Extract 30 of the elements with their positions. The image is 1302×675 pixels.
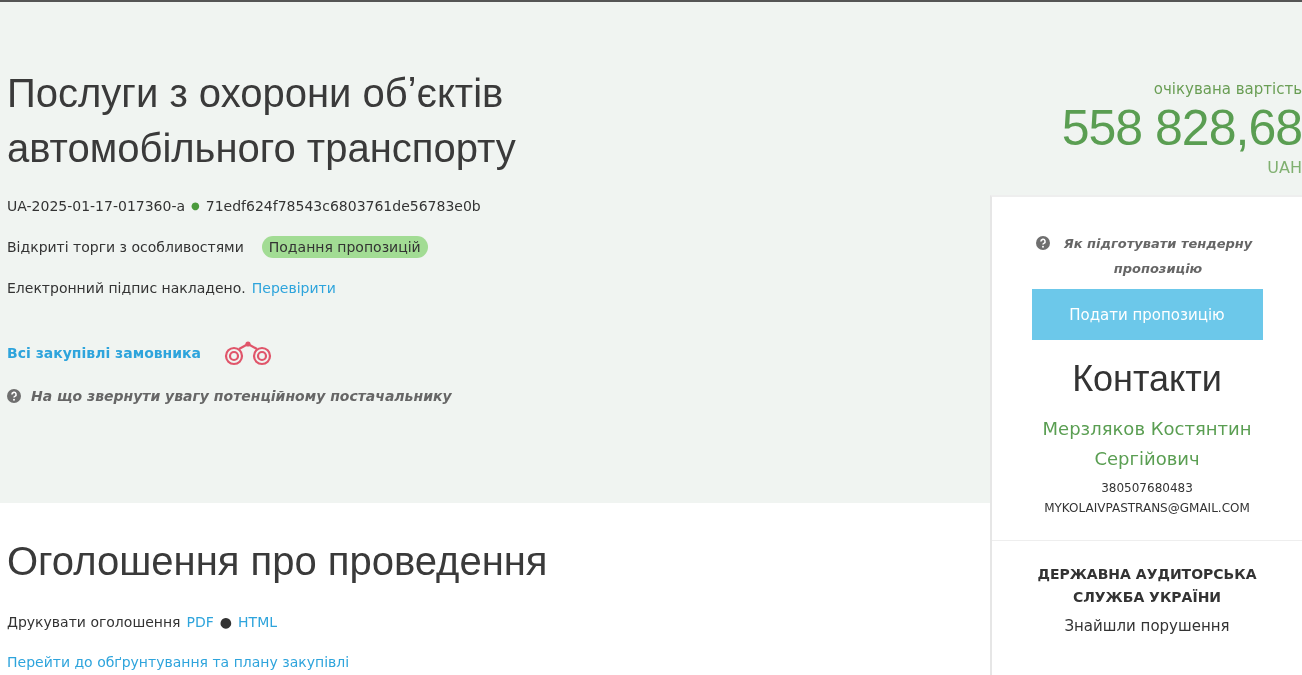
supplier-hint-link[interactable]: На що звернути увагу потенційному постачальнику <box>31 386 452 406</box>
status-badge: Подання пропозицій <box>261 236 428 258</box>
currency-label: UAH <box>1266 158 1302 177</box>
buyer-procurements-link[interactable]: Всі закупівлі замовника <box>7 343 202 363</box>
audit-text: Знайшли порушення <box>1063 617 1231 635</box>
separator-dot: ● <box>191 199 200 213</box>
print-format-link[interactable]: PDF <box>186 612 214 632</box>
verify-link[interactable]: Перевірити <box>251 278 336 298</box>
tender-hash: 71edf624f78543c6803761de56783e0b <box>205 197 481 216</box>
contacts-title: Контакти <box>1071 358 1223 400</box>
binoculars-icon <box>223 340 274 366</box>
submit-proposal-button[interactable]: Подати пропозицію <box>1031 289 1263 340</box>
contact-phone: 380507680483 <box>1100 480 1194 497</box>
tender-title: Послуги з охорони обʼєктів автомобільного транспорту <box>7 70 517 172</box>
procedure-type: Відкриті торги з особливостями <box>7 238 244 257</box>
signature-text: Електронний підпис накладено. <box>7 279 246 298</box>
contact-name: Мерзляков Костянтин Сергійович <box>1041 417 1253 471</box>
print-label: Друкувати оголошення <box>7 613 181 632</box>
contact-email: MYKOLAIVPASTRANS@GMAIL.COM <box>1043 500 1251 517</box>
announcement-title: Оголошення про проведення <box>7 539 549 584</box>
expected-value-label: очікувана вартість <box>1152 80 1302 98</box>
expected-value-amount: 558 828,68 <box>1060 99 1302 158</box>
help-icon <box>1036 236 1050 250</box>
proposal-guide-link[interactable]: Як підготувати тендерну пропозицію <box>1058 231 1258 281</box>
tender-id: UA-2025-01-17-017360-a <box>7 197 186 216</box>
help-icon <box>7 389 21 403</box>
print-format-link[interactable]: HTML <box>238 612 277 632</box>
plan-link[interactable]: Перейти до обґрунтування та плану закупівлі <box>7 652 350 672</box>
separator-dot: ● <box>219 613 233 632</box>
audit-service-title: ДЕРЖАВНА АУДИТОРСЬКА СЛУЖБА УКРАЇНИ <box>1036 565 1258 607</box>
